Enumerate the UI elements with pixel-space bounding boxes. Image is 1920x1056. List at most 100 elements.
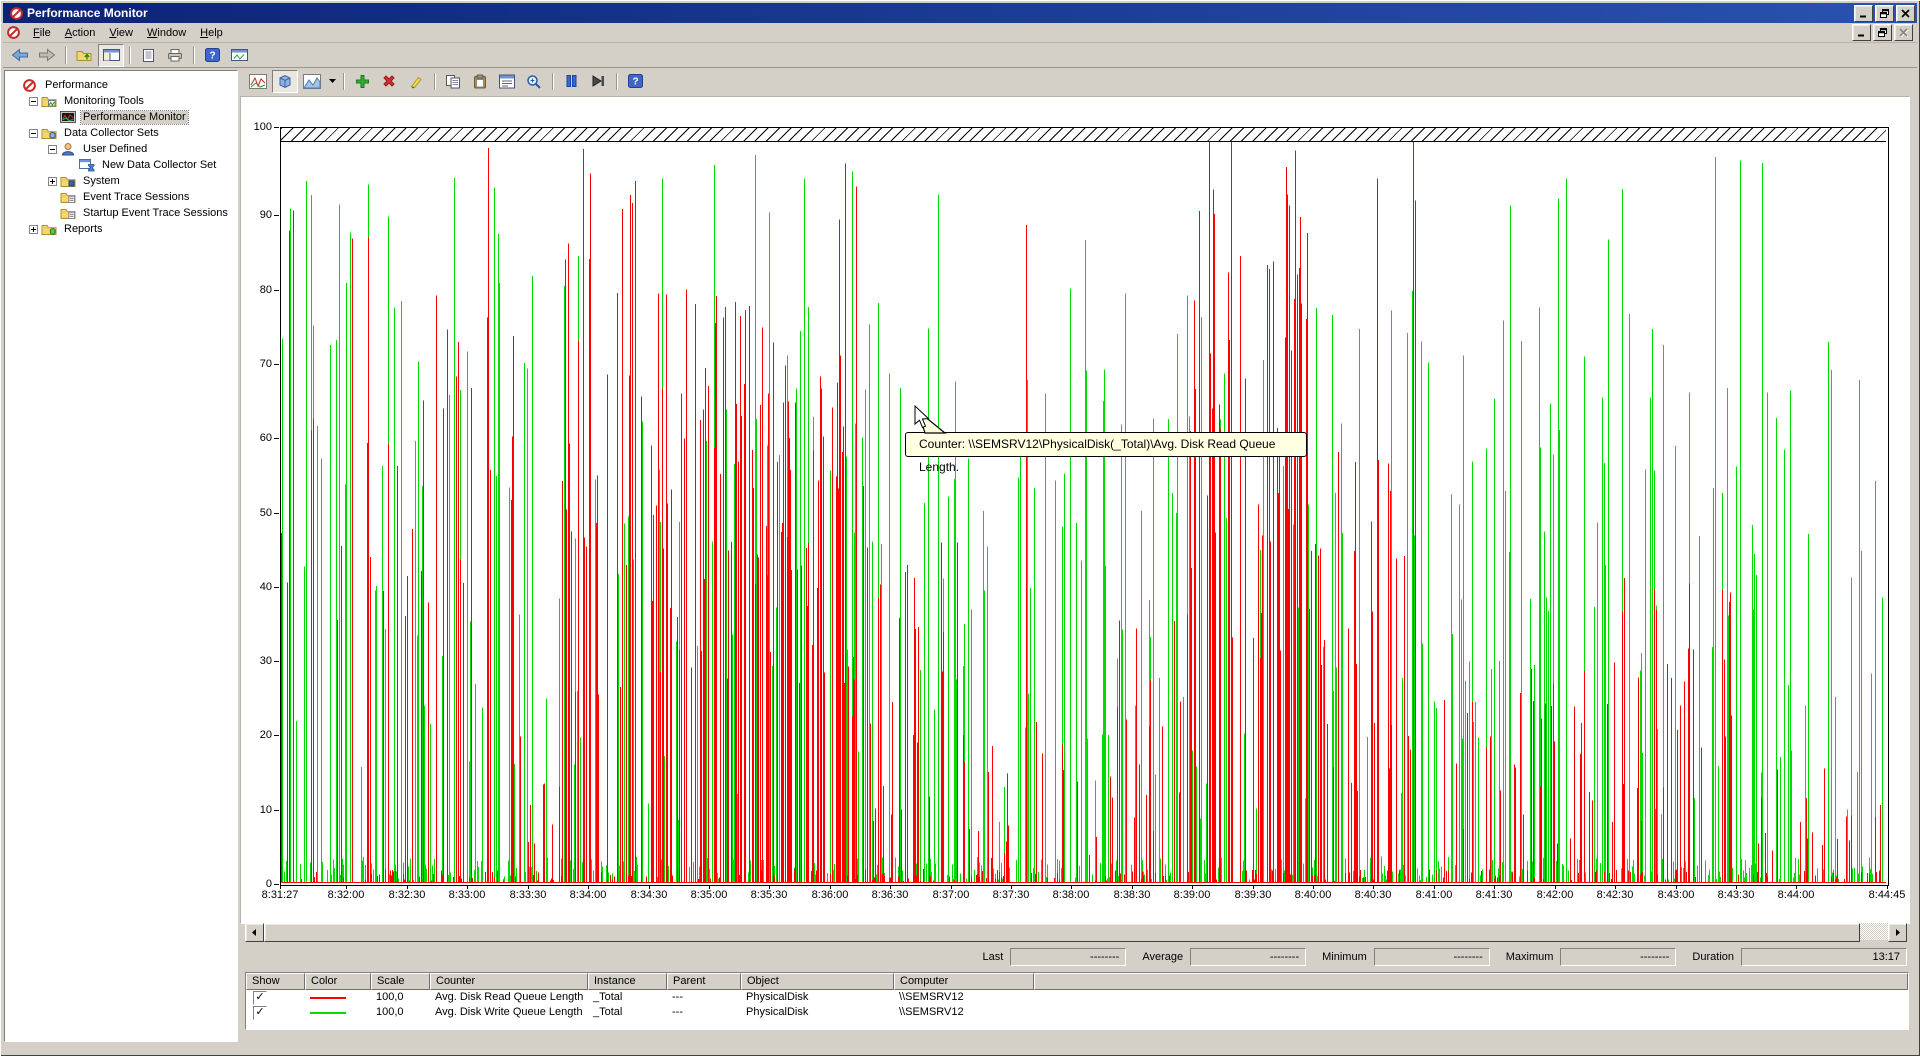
x-tick-label: 8:36:30 — [860, 889, 920, 901]
tree-item-event-trace-sessions[interactable]: Event Trace Sessions — [5, 189, 237, 205]
close-button[interactable] — [1894, 24, 1913, 41]
expander-plus-icon[interactable] — [28, 225, 39, 234]
x-tick-mark — [1494, 885, 1495, 889]
x-tick-label: 8:35:30 — [739, 889, 799, 901]
legend-header-color[interactable]: Color — [305, 973, 371, 990]
menu-action[interactable]: Action — [58, 25, 103, 41]
copy-properties-icon[interactable] — [440, 70, 466, 93]
y-tick-label: 30 — [230, 655, 272, 667]
checkbox-icon[interactable]: ✓ — [253, 991, 267, 1005]
zoom-icon[interactable] — [521, 70, 547, 93]
window-controls — [1852, 5, 1915, 22]
toolbar-separator — [434, 73, 436, 90]
properties-icon[interactable] — [162, 44, 188, 67]
help-icon[interactable]: ? — [199, 44, 225, 67]
chart-type-dropdown-caret[interactable] — [326, 71, 339, 92]
view-current-activity-icon[interactable] — [245, 70, 271, 93]
tree-item-new-data-collector-set[interactable]: New Data Collector Set — [5, 157, 237, 173]
scroll-right-button[interactable] — [1888, 923, 1907, 942]
back-icon[interactable] — [7, 44, 33, 67]
stat-value: -------- — [1190, 948, 1306, 966]
horizontal-scrollbar[interactable] — [245, 923, 1907, 940]
legend-computer: \\SEMSRV12 — [894, 990, 1034, 1005]
expander-minus-icon[interactable] — [47, 145, 58, 154]
legend-header-counter[interactable]: Counter — [430, 973, 588, 990]
help-icon[interactable]: ? — [622, 70, 648, 93]
legend-show-checkbox[interactable]: ✓ — [246, 990, 305, 1005]
scrollbar-thumb[interactable] — [264, 923, 1860, 942]
x-tick-label: 8:34:30 — [619, 889, 679, 901]
minimize-button[interactable] — [1854, 5, 1873, 22]
paste-counter-list-icon[interactable] — [467, 70, 493, 93]
close-button[interactable] — [1896, 5, 1915, 22]
dcs-icon — [79, 158, 97, 172]
update-data-icon[interactable] — [585, 70, 611, 93]
x-tick-mark — [528, 885, 529, 889]
legend-header-show[interactable]: Show — [246, 973, 305, 990]
title-bar: Performance Monitor — [3, 3, 1917, 23]
add-icon[interactable] — [349, 70, 375, 93]
y-tick-label: 50 — [230, 507, 272, 519]
tree-item-performance-monitor[interactable]: Performance Monitor — [5, 109, 237, 125]
x-tick-mark — [1615, 885, 1616, 889]
checkbox-icon[interactable]: ✓ — [253, 1006, 267, 1020]
tree-item-performance[interactable]: Performance — [5, 77, 237, 93]
menu-window[interactable]: Window — [140, 25, 193, 41]
export-list-icon[interactable] — [135, 44, 161, 67]
chart-properties-icon[interactable] — [494, 70, 520, 93]
restore-button[interactable] — [1875, 5, 1894, 22]
forward-icon[interactable] — [34, 44, 60, 67]
toolbar-separator — [193, 47, 195, 64]
legend-header-instance[interactable]: Instance — [588, 973, 667, 990]
highlight-icon[interactable] — [403, 70, 429, 93]
restore-button[interactable] — [1873, 24, 1892, 41]
minimize-button[interactable] — [1852, 24, 1871, 41]
toolbar-separator — [65, 47, 67, 64]
stat-label: Maximum — [1506, 951, 1554, 963]
tree-item-data-collector-sets[interactable]: Data Collector Sets — [5, 125, 237, 141]
stat-label: Duration — [1692, 951, 1734, 963]
tree-item-monitoring-tools[interactable]: Monitoring Tools — [5, 93, 237, 109]
menu-view[interactable]: View — [102, 25, 140, 41]
y-tick-mark — [274, 127, 279, 128]
legend-header-object[interactable]: Object — [741, 973, 894, 990]
x-tick-mark — [1676, 885, 1677, 889]
tree-item-reports[interactable]: Reports — [5, 221, 237, 237]
legend-header-parent[interactable]: Parent — [667, 973, 741, 990]
y-tick-mark — [274, 438, 279, 439]
tree-item-label: Performance Monitor — [81, 111, 188, 124]
y-tick-mark — [274, 290, 279, 291]
y-tick-mark — [274, 661, 279, 662]
toolbar-separator — [343, 73, 345, 90]
menu-help[interactable]: Help — [193, 25, 230, 41]
legend-scale: 100,0 — [371, 990, 430, 1005]
expander-plus-icon[interactable] — [47, 177, 58, 186]
scroll-left-button[interactable] — [245, 923, 264, 942]
tree-item-user-defined[interactable]: User Defined — [5, 141, 237, 157]
legend-header-computer[interactable]: Computer — [894, 973, 1034, 990]
freeze-display-icon[interactable] — [558, 70, 584, 93]
show-hide-console-tree-icon[interactable] — [98, 44, 124, 67]
legend-header-scale[interactable]: Scale — [371, 973, 430, 990]
menu-file[interactable]: File — [26, 25, 58, 41]
toolbar-separator — [129, 47, 131, 64]
x-tick-mark — [1434, 885, 1435, 889]
legend-show-checkbox[interactable]: ✓ — [246, 1005, 305, 1020]
legend-instance: _Total — [588, 990, 667, 1005]
x-tick-label: 8:42:30 — [1585, 889, 1645, 901]
folder-cube-icon — [41, 126, 59, 140]
x-tick-label: 8:41:00 — [1404, 889, 1464, 901]
up-one-level-icon[interactable] — [71, 44, 97, 67]
expander-minus-icon[interactable] — [28, 129, 39, 138]
chart-type-icon[interactable] — [299, 70, 325, 93]
tree-item-startup-event-trace-sessions[interactable]: Startup Event Trace Sessions — [5, 205, 237, 221]
stat-minimum: Minimum-------- — [1322, 948, 1490, 966]
expander-minus-icon[interactable] — [28, 97, 39, 106]
delete-icon[interactable] — [376, 70, 402, 93]
tree-item-label: Startup Event Trace Sessions — [81, 207, 230, 220]
tree-item-system[interactable]: System — [5, 173, 237, 189]
view-log-data-icon[interactable] — [272, 70, 298, 93]
legend-table: ShowColorScaleCounterInstanceParentObjec… — [246, 973, 1908, 1020]
x-tick-label: 8:32:00 — [316, 889, 376, 901]
new-window-icon[interactable] — [226, 44, 252, 67]
